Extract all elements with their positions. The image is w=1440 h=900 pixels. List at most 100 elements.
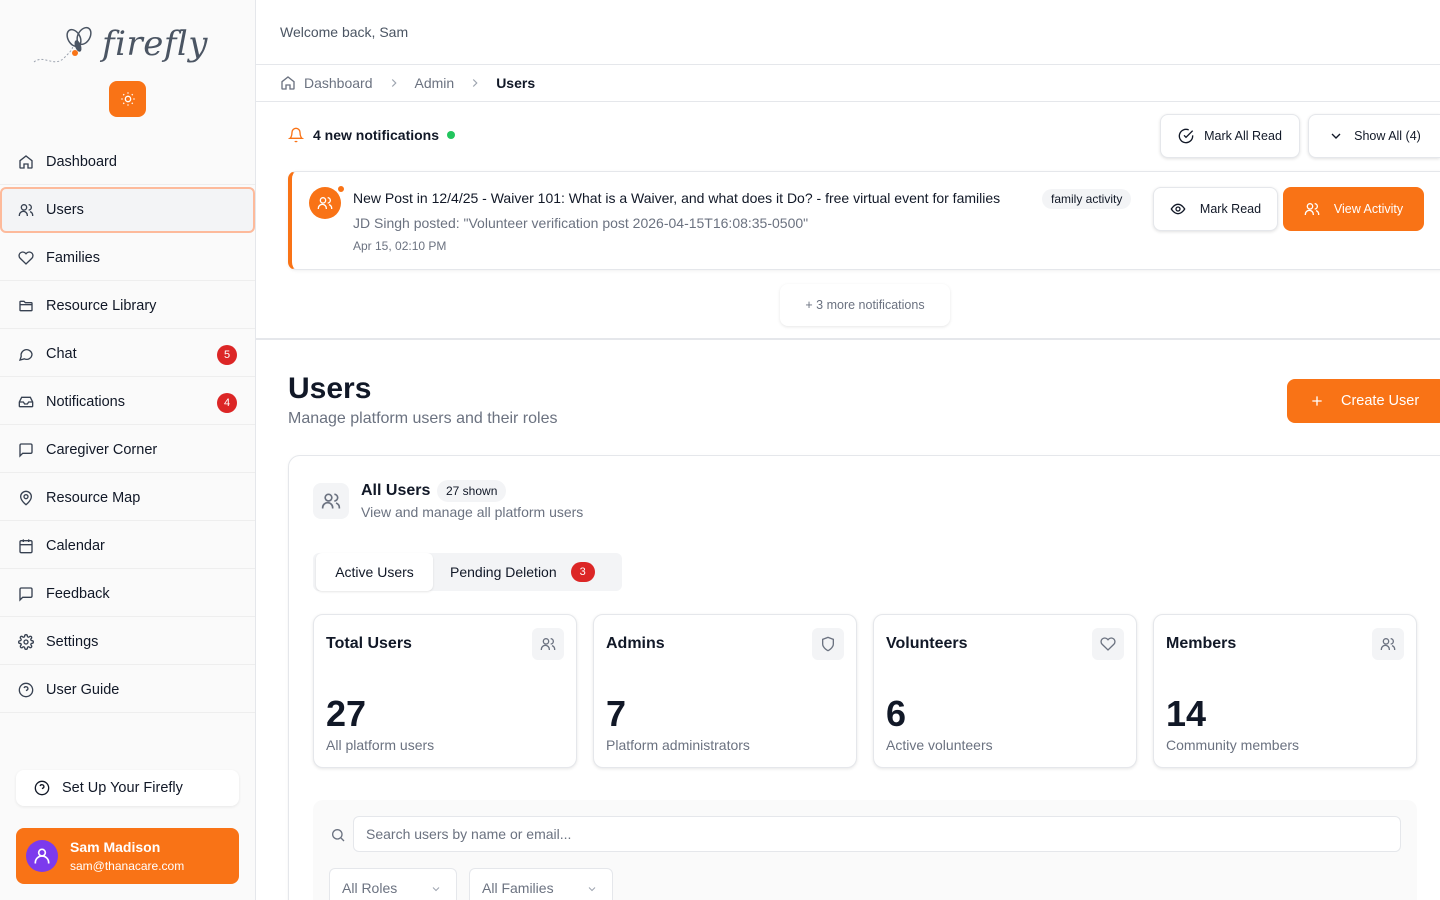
stat-value: 7 — [606, 693, 627, 734]
stat-icon-box — [532, 628, 564, 660]
sidebar-item-label: Caregiver Corner — [46, 441, 158, 458]
user-icon — [34, 848, 50, 864]
stat-card-volunteers: Volunteers 6 Active volunteers — [873, 614, 1137, 768]
users-icon — [317, 197, 333, 209]
roles-filter-value: All Roles — [342, 880, 398, 896]
help-circle-icon — [18, 682, 34, 697]
shown-count-badge: 27 shown — [437, 480, 507, 502]
firefly-logo[interactable]: firefly — [30, 18, 208, 74]
message-square-icon — [19, 442, 33, 458]
heart-icon — [1100, 637, 1116, 651]
view-activity-button[interactable]: View Activity — [1283, 187, 1424, 231]
page-subtitle: Manage platform users and their roles — [288, 410, 558, 427]
search-input[interactable] — [353, 816, 1401, 852]
stat-value: 14 — [1166, 693, 1207, 734]
sidebar-item-notifications[interactable]: Notifications 4 — [0, 379, 255, 425]
tab-pending-deletion[interactable]: Pending Deletion 3 — [450, 553, 595, 591]
families-filter-select[interactable]: All Families — [469, 868, 613, 900]
sidebar-item-chat[interactable]: Chat 5 — [0, 331, 255, 377]
stat-label: Members — [1166, 635, 1237, 652]
breadcrumb-admin[interactable]: Admin — [415, 75, 455, 91]
sidebar-item-caregiver-corner[interactable]: Caregiver Corner — [0, 427, 255, 473]
sidebar-item-label: Dashboard — [46, 153, 117, 170]
plus-icon — [1312, 396, 1322, 406]
families-filter-value: All Families — [482, 880, 554, 896]
notifications-count-text: 4 new notifications — [313, 127, 440, 143]
sidebar-item-label: Families — [46, 249, 100, 266]
stat-value: 27 — [326, 693, 367, 734]
view-activity-label: View Activity — [1333, 202, 1404, 216]
notifications-divider — [256, 338, 1440, 340]
stat-description: Community members — [1166, 737, 1300, 753]
stat-icon-box — [812, 628, 844, 660]
users-icon — [321, 493, 341, 509]
feedback-icon — [19, 586, 33, 602]
notification-title[interactable]: New Post in 12/4/25 - Waiver 101: What i… — [353, 190, 1000, 206]
sidebar-item-label: Users — [46, 202, 84, 218]
sidebar-item-label: User Guide — [46, 681, 120, 698]
sidebar-item-dashboard[interactable]: Dashboard — [0, 139, 255, 185]
breadcrumb-dashboard[interactable]: Dashboard — [304, 75, 373, 91]
stat-label: Admins — [606, 635, 665, 652]
sidebar-item-label: Feedback — [46, 585, 110, 602]
theme-toggle-button[interactable] — [109, 81, 146, 117]
stat-label: Total Users — [326, 635, 412, 652]
search-icon — [332, 829, 345, 842]
tab-pending-deletion-label: Pending Deletion — [450, 564, 557, 580]
sidebar-item-resource-map[interactable]: Resource Map — [0, 475, 255, 521]
mark-read-label: Mark Read — [1199, 202, 1262, 216]
stat-icon-box — [1372, 628, 1404, 660]
sidebar-item-calendar[interactable]: Calendar — [0, 523, 255, 569]
create-user-label: Create User — [1341, 393, 1420, 409]
more-notifications-button[interactable]: + 3 more notifications — [780, 284, 950, 326]
sidebar-item-settings[interactable]: Settings — [0, 619, 255, 665]
tab-active-users[interactable]: Active Users — [316, 553, 433, 591]
stat-label: Volunteers — [886, 635, 968, 652]
sidebar-item-resource-library[interactable]: Resource Library — [0, 283, 255, 329]
stat-description: All platform users — [326, 737, 435, 753]
map-pin-icon — [19, 490, 33, 506]
welcome-message: Welcome back, Sam — [280, 24, 409, 40]
sidebar-item-label: Resource Map — [46, 489, 141, 506]
mark-read-button[interactable]: Mark Read — [1153, 187, 1278, 231]
stat-description: Active volunteers — [886, 737, 993, 753]
show-all-label: Show All (4) — [1354, 129, 1421, 143]
notification-time: Apr 15, 02:10 PM — [353, 239, 447, 253]
user-profile-card[interactable]: Sam Madison sam@thanacare.com — [16, 828, 239, 884]
setup-firefly-button[interactable]: Set Up Your Firefly — [16, 770, 239, 806]
users-icon — [1380, 638, 1396, 650]
sidebar-item-feedback[interactable]: Feedback — [0, 571, 255, 617]
notification-tag: family activity — [1042, 189, 1132, 209]
sidebar-item-families[interactable]: Families — [0, 235, 255, 281]
stat-icon-box — [1092, 628, 1124, 660]
gear-icon — [18, 633, 34, 650]
notifications-count-badge: 4 — [217, 393, 237, 413]
users-icon — [18, 204, 34, 216]
sidebar-item-users[interactable]: Users — [0, 187, 255, 233]
show-all-notifications-button[interactable]: Show All (4) — [1308, 114, 1440, 158]
sidebar-item-label: Settings — [46, 633, 99, 650]
users-icon — [540, 638, 556, 650]
sidebar-item-user-guide[interactable]: User Guide — [0, 667, 255, 713]
roles-filter-select[interactable]: All Roles — [329, 868, 457, 900]
sidebar: firefly Dashboard Users Families Resourc… — [0, 0, 256, 900]
chevron-down-icon — [588, 887, 596, 892]
unread-dot — [336, 184, 346, 194]
heart-icon — [18, 250, 34, 265]
mark-all-read-button[interactable]: Mark All Read — [1160, 114, 1300, 158]
page-title: Users — [288, 372, 372, 405]
notifications-header: 4 new notifications — [288, 127, 456, 143]
help-circle-icon — [34, 780, 50, 796]
avatar — [26, 840, 58, 872]
setup-label: Set Up Your Firefly — [62, 780, 183, 796]
user-status-tabs: Active Users Pending Deletion 3 — [313, 553, 622, 591]
stat-value: 6 — [886, 693, 907, 734]
stat-card-members: Members 14 Community members — [1153, 614, 1417, 768]
eye-icon — [1170, 203, 1186, 215]
live-indicator-dot — [447, 131, 456, 139]
sidebar-item-label: Chat — [46, 345, 77, 362]
create-user-button[interactable]: Create User — [1287, 379, 1440, 423]
logo-wordmark: firefly — [102, 24, 208, 64]
sun-icon — [120, 92, 135, 106]
notification-body: JD Singh posted: "Volunteer verification… — [353, 215, 809, 231]
